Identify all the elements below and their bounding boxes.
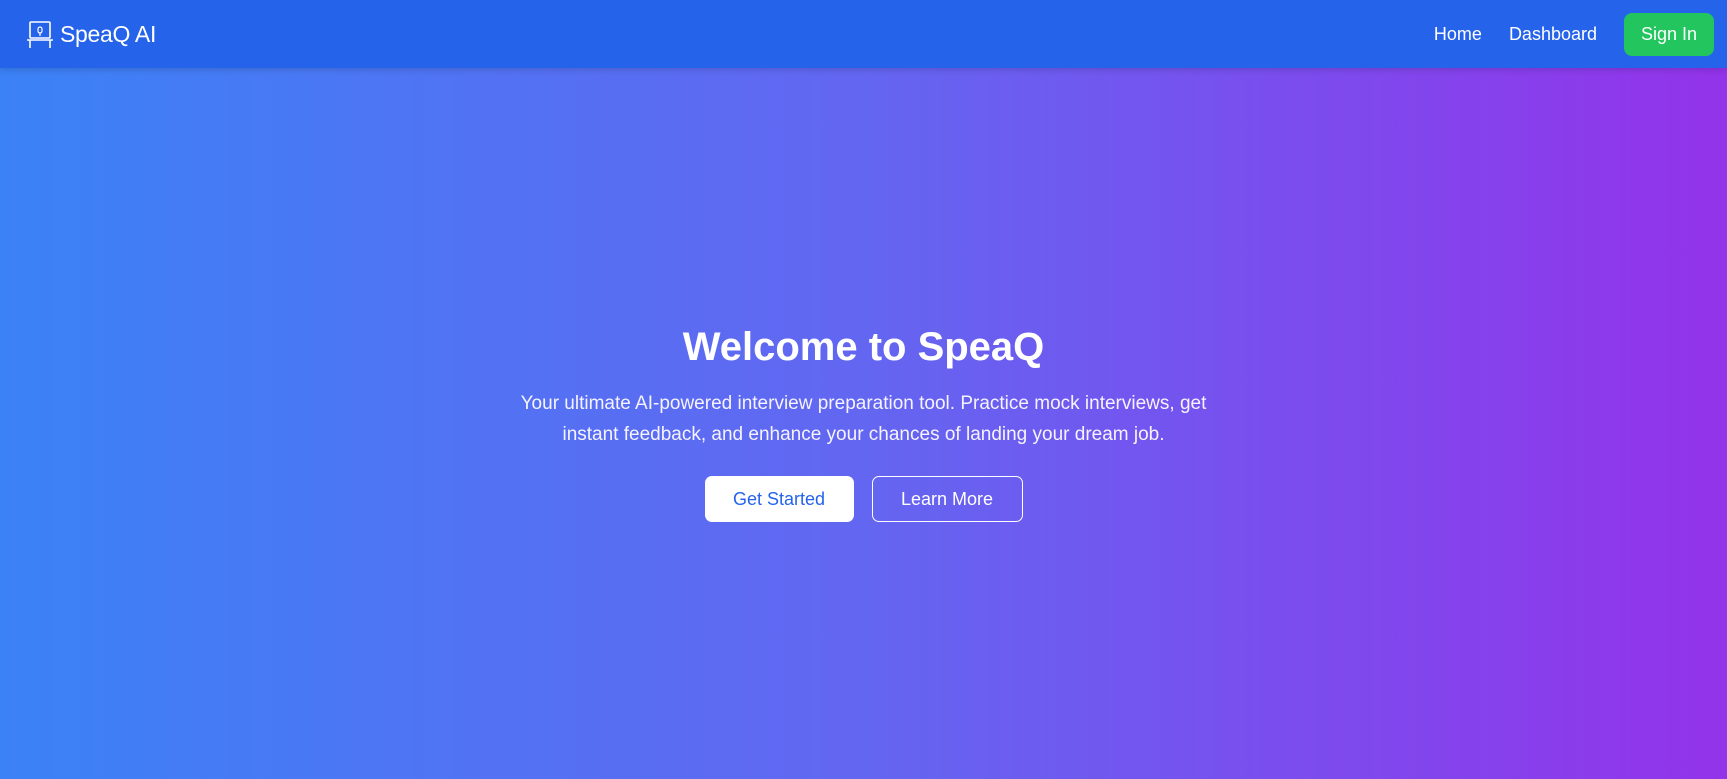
learn-more-button[interactable]: Learn More <box>871 476 1023 522</box>
brand-text: SpeaQ AI <box>60 20 157 47</box>
nav-link-home[interactable]: Home <box>1434 24 1482 45</box>
brand-logo-link[interactable]: SpeaQ AI <box>26 19 156 49</box>
hero-section: Welcome to SpeaQ Your ultimate AI-powere… <box>0 68 1727 779</box>
top-navbar: SpeaQ AI Home Dashboard Sign In <box>0 0 1727 68</box>
podium-icon <box>26 19 54 49</box>
hero-actions: Get Started Learn More <box>704 476 1023 522</box>
hero-subtitle: Your ultimate AI-powered interview prepa… <box>520 393 1207 445</box>
nav-link-dashboard[interactable]: Dashboard <box>1509 24 1597 45</box>
nav-links: Home Dashboard Sign In <box>1434 12 1714 56</box>
hero-title: Welcome to SpeaQ <box>682 325 1045 369</box>
get-started-button[interactable]: Get Started <box>704 476 854 522</box>
sign-in-button[interactable]: Sign In <box>1624 12 1714 56</box>
